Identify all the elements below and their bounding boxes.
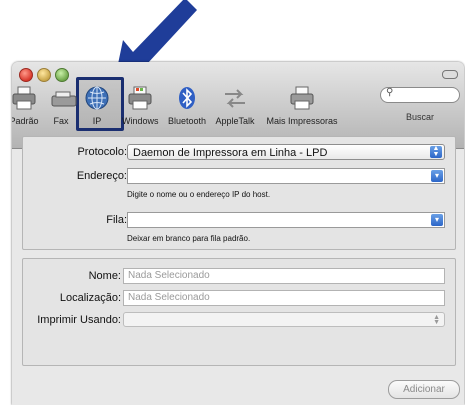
toolbar-item-more-printers[interactable]: Mais Impressoras: [262, 82, 342, 138]
protocol-select[interactable]: Daemon de Impressora em Linha - LPD ▲ ▼: [127, 144, 445, 160]
toolbar-item-windows[interactable]: Windows: [122, 82, 159, 138]
search-icon: ⚲: [386, 87, 394, 98]
location-field[interactable]: Nada Selecionado: [123, 290, 445, 306]
toolbar-item-label: Padrão: [12, 116, 39, 126]
queue-hint: Deixar em branco para fila padrão.: [127, 234, 251, 243]
toolbar-item-label: Windows: [122, 116, 159, 126]
location-label: Localização:: [59, 292, 121, 304]
appletalk-icon: [225, 89, 245, 108]
add-button[interactable]: Adicionar: [388, 380, 460, 399]
minimize-button[interactable]: [37, 68, 51, 82]
print-using-select[interactable]: ▲ ▼: [123, 312, 445, 327]
add-printer-window: Padrão Fax IP Windows Bluetooth AppleTal…: [12, 62, 464, 405]
globe-icon: [85, 86, 109, 110]
address-label: Endereço:: [76, 170, 127, 182]
protocol-label: Protocolo:: [77, 146, 127, 158]
printer-icon: [290, 86, 314, 110]
toolbar-item-fax[interactable]: Fax: [50, 82, 77, 138]
search-input[interactable]: ⚲: [380, 87, 460, 103]
toolbar-item-appletalk[interactable]: AppleTalk: [212, 82, 258, 138]
windows-printer-icon: [128, 86, 152, 110]
toolbar-toggle-button[interactable]: [442, 70, 458, 79]
zoom-button[interactable]: [55, 68, 69, 82]
chevron-down-icon[interactable]: ▾: [431, 170, 443, 182]
location-placeholder: Nada Selecionado: [128, 292, 210, 303]
protocol-value: Daemon de Impressora em Linha - LPD: [133, 147, 328, 159]
toolbar-item-label: Bluetooth: [167, 116, 207, 126]
address-combo[interactable]: ▾: [127, 168, 445, 184]
bluetooth-icon: [179, 87, 195, 109]
chevron-updown-icon: ▲ ▼: [433, 314, 440, 326]
name-field[interactable]: Nada Selecionado: [123, 268, 445, 284]
queue-combo[interactable]: ▾: [127, 212, 445, 228]
chevron-updown-icon: ▲ ▼: [430, 145, 442, 158]
search-label: Buscar: [405, 112, 434, 122]
toolbar-item-default[interactable]: Padrão: [12, 82, 40, 138]
address-hint: Digite o nome ou o endereço IP do host.: [127, 190, 271, 199]
queue-label: Fila:: [106, 214, 127, 226]
connection-panel: Protocolo: Daemon de Impressora em Linha…: [22, 136, 456, 250]
toolbar-item-ip[interactable]: IP: [82, 82, 112, 138]
name-label: Nome:: [88, 270, 121, 282]
details-panel: Nome: Nada Selecionado Localização: Nada…: [22, 258, 456, 366]
toolbar-item-label: AppleTalk: [215, 116, 255, 126]
fax-icon: [51, 91, 77, 107]
toolbar-item-label: Mais Impressoras: [266, 116, 338, 126]
name-placeholder: Nada Selecionado: [128, 270, 210, 281]
chevron-down-icon[interactable]: ▾: [431, 214, 443, 226]
toolbar-item-bluetooth[interactable]: Bluetooth: [164, 82, 210, 138]
print-using-label: Imprimir Usando:: [37, 314, 121, 326]
toolbar-item-label: Fax: [53, 116, 69, 126]
close-button[interactable]: [19, 68, 33, 82]
toolbar-item-label: IP: [92, 116, 102, 126]
printer-icon: [12, 86, 36, 110]
